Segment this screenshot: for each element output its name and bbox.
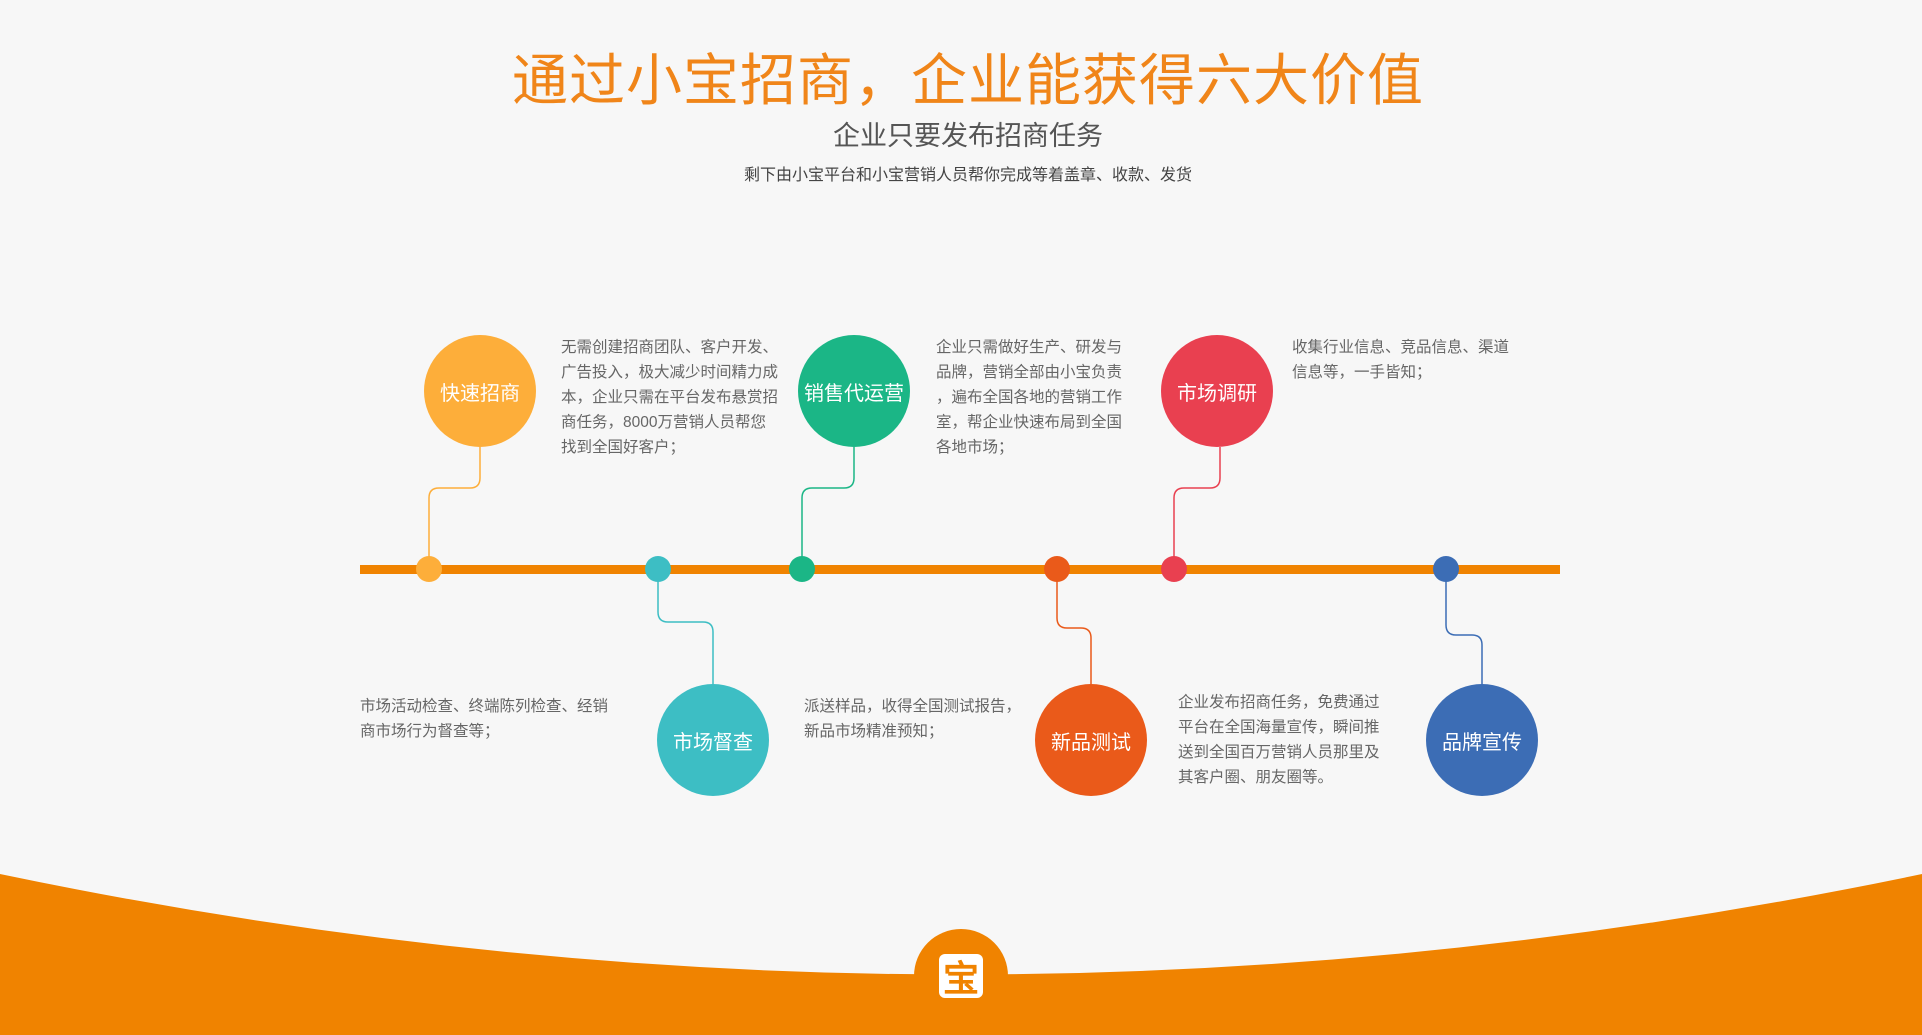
value-label: 销售代运营: [804, 382, 904, 405]
timeline-dot-brand: [1433, 556, 1459, 582]
value-label: 快速招商: [440, 382, 520, 405]
brand-logo: 宝: [914, 929, 1008, 1023]
value-circle-brand: 品牌宣传: [1426, 684, 1538, 796]
value-circle-research: 市场调研: [1161, 335, 1273, 447]
desc-line: 品牌，营销全部由小宝负责: [936, 364, 1123, 381]
timeline-dot-supervise: [645, 556, 671, 582]
connector-research: [1173, 447, 1221, 569]
timeline-bar: [360, 565, 1560, 574]
timeline-dot-newproduct: [1044, 556, 1070, 582]
desc-line: 平台在全国海量宣传，瞬间推: [1178, 719, 1380, 736]
desc-line: 找到全国好客户；: [561, 439, 686, 456]
desc-line: 商任务，8000万营销人员帮您: [561, 414, 766, 431]
desc-line: 派送样品，收得全国测试报告，: [804, 698, 1022, 715]
desc-line: 新品市场精准预知；: [804, 723, 944, 740]
timeline-dot-sales: [789, 556, 815, 582]
timeline-dot-fast: [416, 556, 442, 582]
logo-bao-icon: 宝: [939, 954, 983, 999]
desc-line: 市场活动检查、终端陈列检查、经销: [360, 698, 609, 715]
value-circle-newproduct: 新品测试: [1035, 684, 1147, 796]
value-desc-brand: 企业发布招商任务，免费通过 平台在全国海量宣传，瞬间推 送到全国百万营销人员那里…: [1178, 690, 1380, 790]
page-tagline: 剩下由小宝平台和小宝营销人员帮你完成等着盖章、收款、发货: [743, 167, 1192, 184]
value-circle-fast: 快速招商: [424, 335, 536, 447]
value-label: 市场调研: [1177, 382, 1257, 405]
value-circle-supervise: 市场督查: [657, 684, 769, 796]
value-circle-sales: 销售代运营: [798, 335, 910, 447]
value-desc-sales: 企业只需做好生产、研发与 品牌，营销全部由小宝负责 ，遍布全国各地的营销工作 室…: [936, 335, 1122, 460]
desc-line: 商市场行为督查等；: [360, 723, 500, 740]
desc-line: 各地市场；: [936, 439, 1014, 456]
desc-line: 企业只需做好生产、研发与: [936, 339, 1123, 356]
desc-line: 本，企业只需在平台发布悬赏招: [561, 389, 779, 406]
value-desc-fast: 无需创建招商团队、客户开发、 广告投入，极大减少时间精力成 本，企业只需在平台发…: [561, 335, 778, 460]
desc-line: ，遍布全国各地的营销工作: [936, 389, 1123, 406]
value-label: 新品测试: [1051, 731, 1131, 754]
desc-line: 其客户圈、朋友圈等。: [1178, 769, 1334, 786]
value-label: 市场督查: [673, 731, 753, 754]
desc-line: 信息等，一手皆知；: [1292, 364, 1432, 381]
desc-line: 收集行业信息、竞品信息、渠道: [1292, 339, 1510, 356]
connector-fast: [428, 447, 481, 569]
value-desc-supervise: 市场活动检查、终端陈列检查、经销 商市场行为督查等；: [360, 694, 608, 744]
connector-brand: [1445, 569, 1483, 684]
desc-line: 广告投入，极大减少时间精力成: [561, 364, 779, 381]
value-desc-research: 收集行业信息、竞品信息、渠道 信息等，一手皆知；: [1292, 335, 1509, 385]
desc-line: 室，帮企业快速布局到全国: [936, 414, 1123, 431]
timeline-graphic: [0, 447, 1922, 1035]
connector-supervise: [657, 569, 714, 684]
value-desc-newproduct: 派送样品，收得全国测试报告， 新品市场精准预知；: [804, 694, 1021, 744]
desc-line: 送到全国百万营销人员那里及: [1178, 744, 1380, 761]
connector-sales: [801, 447, 855, 569]
timeline-dot-research: [1161, 556, 1187, 582]
desc-line: 无需创建招商团队、客户开发、: [561, 339, 779, 356]
page-title: 通过小宝招商，企业能获得六大价值: [512, 49, 1424, 112]
desc-line: 企业发布招商任务，免费通过: [1178, 694, 1380, 711]
page-subtitle: 企业只要发布招商任务: [833, 121, 1103, 151]
value-label: 品牌宣传: [1442, 731, 1522, 754]
connector-newproduct: [1056, 569, 1092, 684]
